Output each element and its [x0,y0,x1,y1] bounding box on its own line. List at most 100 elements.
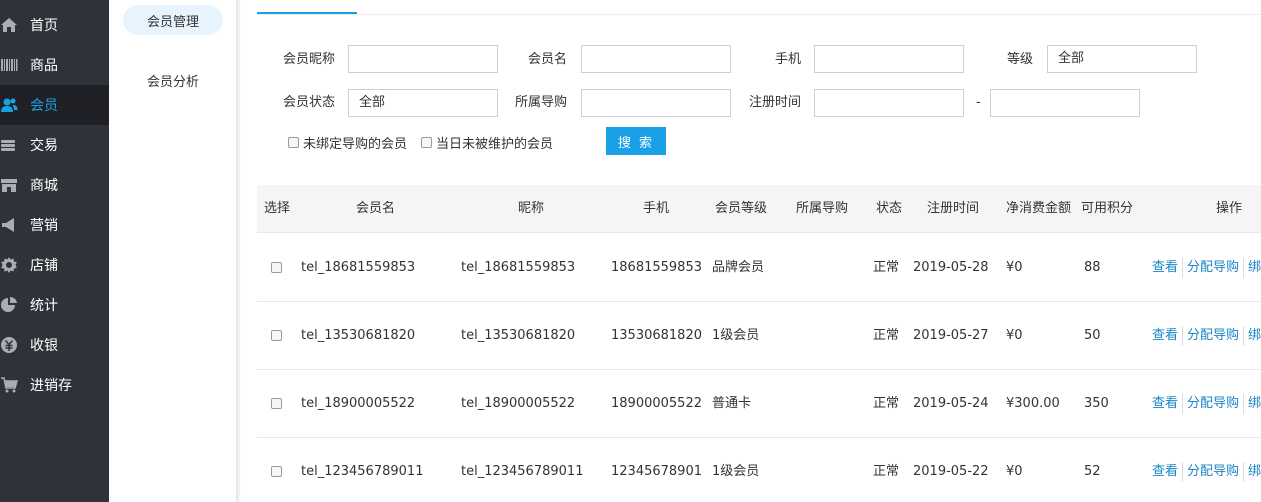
subnav-member-analysis[interactable]: 会员分析 [123,65,223,95]
regtime-end-input[interactable] [990,89,1140,117]
subnav-member-management[interactable]: 会员管理 [123,5,223,35]
cell-nickname: tel_18900005522 [461,396,576,411]
coins-icon [0,136,30,154]
nav-item-home[interactable]: 首页 [0,5,109,45]
view-link[interactable]: 查看 [1152,464,1178,479]
bind-link[interactable]: 绑 [1248,396,1261,411]
bind-link[interactable]: 绑 [1248,260,1261,275]
cell-phone: 13530681820 [611,328,702,343]
cell-nickname: tel_123456789011 [461,464,584,479]
nav-item-mall[interactable]: 商城 [0,165,109,205]
cell-actions: 查看 分配导购绑 [1152,302,1261,370]
col-phone: 手机 [643,201,670,216]
cell-points: 88 [1084,260,1101,275]
cell-reg-date: 2019-05-24 [913,396,989,411]
bind-link[interactable]: 绑 [1248,328,1261,343]
view-link[interactable]: 查看 [1152,260,1178,275]
nav-item-label: 会员 [30,98,58,114]
cell-level: 品牌会员 [712,260,765,275]
assign-guide-link[interactable]: 分配导购 [1187,260,1239,275]
nav-item-cashier[interactable]: 收银 [0,325,109,365]
checkbox-box[interactable] [421,137,432,148]
status-select[interactable]: 全部 [348,89,498,117]
assign-guide-link[interactable]: 分配导购 [1187,464,1239,479]
phone-label: 手机 [774,52,801,67]
row-checkbox[interactable] [271,262,282,273]
cell-net-spend: ¥300.00 [1006,396,1060,411]
regtime-start-input[interactable] [814,89,964,117]
barcode-icon [0,56,30,74]
row-checkbox[interactable] [271,330,282,341]
phone-input[interactable] [814,45,964,73]
nav-item-label: 交易 [30,138,58,154]
col-nickname: 昵称 [518,201,545,216]
col-member-name: 会员名 [356,201,396,216]
unbound-guide-checkbox[interactable]: 未绑定导购的会员 [288,133,407,152]
view-link[interactable]: 查看 [1152,396,1178,411]
regtime-separator: - [976,95,981,110]
col-net-spend: 净消费金额 [1006,201,1072,216]
col-level: 会员等级 [715,201,768,216]
col-select: 选择 [264,201,291,216]
nav-item-stats[interactable]: 统计 [0,285,109,325]
nav-item-marketing[interactable]: 营销 [0,205,109,245]
member-name-label: 会员名 [527,52,567,67]
cell-actions: 查看 分配导购绑 [1152,438,1261,502]
pie-chart-icon [0,296,30,314]
store-icon [0,176,30,194]
search-button[interactable]: 搜 索 [606,127,666,155]
member-name-input[interactable] [581,45,731,73]
row-checkbox[interactable] [271,466,282,477]
cell-phone: 18900005522 [611,396,702,411]
cell-status: 正常 [873,260,900,275]
cell-level: 普通卡 [712,396,752,411]
nav-item-label: 收银 [30,338,58,354]
cell-points: 52 [1084,464,1101,479]
assign-guide-link[interactable]: 分配导购 [1187,396,1239,411]
sub-nav: 会员管理 会员分析 [109,0,237,502]
cell-status: 正常 [873,464,900,479]
yen-icon [0,336,30,354]
megaphone-icon [0,216,30,234]
cell-nickname: tel_13530681820 [461,328,576,343]
cell-reg-date: 2019-05-27 [913,328,989,343]
nav-item-label: 商城 [30,178,58,194]
nav-item-inventory[interactable]: 进销存 [0,365,109,405]
cell-status: 正常 [873,396,900,411]
cell-member-name: tel_18900005522 [301,396,416,411]
assign-guide-link[interactable]: 分配导购 [1187,328,1239,343]
users-icon [0,96,30,114]
action-divider [1182,461,1184,482]
regtime-label: 注册时间 [748,95,801,110]
guide-label: 所属导购 [514,95,567,110]
nav-item-label: 进销存 [30,378,72,394]
cell-nickname: tel_18681559853 [461,260,576,275]
action-divider [1243,325,1245,346]
row-checkbox[interactable] [271,398,282,409]
bind-link[interactable]: 绑 [1248,464,1261,479]
col-guide: 所属导购 [796,201,849,216]
nav-item-trade[interactable]: 交易 [0,125,109,165]
table-row: tel_123456789011 tel_123456789011 123456… [257,438,1261,502]
checkbox-box[interactable] [288,137,299,148]
level-select[interactable]: 全部 [1047,45,1197,73]
nav-item-members[interactable]: 会员 [0,85,109,125]
cell-member-name: tel_18681559853 [301,260,416,275]
view-link[interactable]: 查看 [1152,328,1178,343]
checkbox-label: 当日未被维护的会员 [436,137,554,152]
cell-net-spend: ¥0 [1006,260,1023,275]
nickname-input[interactable] [348,45,498,73]
action-divider [1182,325,1184,346]
col-points: 可用积分 [1081,201,1134,216]
nav-item-label: 商品 [30,58,58,74]
nav-item-products[interactable]: 商品 [0,45,109,85]
nav-item-shop[interactable]: 店铺 [0,245,109,285]
nav-item-label: 统计 [30,298,58,314]
guide-input[interactable] [581,89,731,117]
table-row: tel_18900005522 tel_18900005522 18900005… [257,370,1261,438]
cell-member-name: tel_123456789011 [301,464,424,479]
table-header: 选择 会员名 昵称 手机 会员等级 所属导购 状态 注册时间 净消费金额 可用积… [257,185,1261,233]
not-maintained-checkbox[interactable]: 当日未被维护的会员 [421,133,553,152]
level-label: 等级 [1006,52,1033,67]
table-row: tel_18681559853 tel_18681559853 18681559… [257,234,1261,302]
